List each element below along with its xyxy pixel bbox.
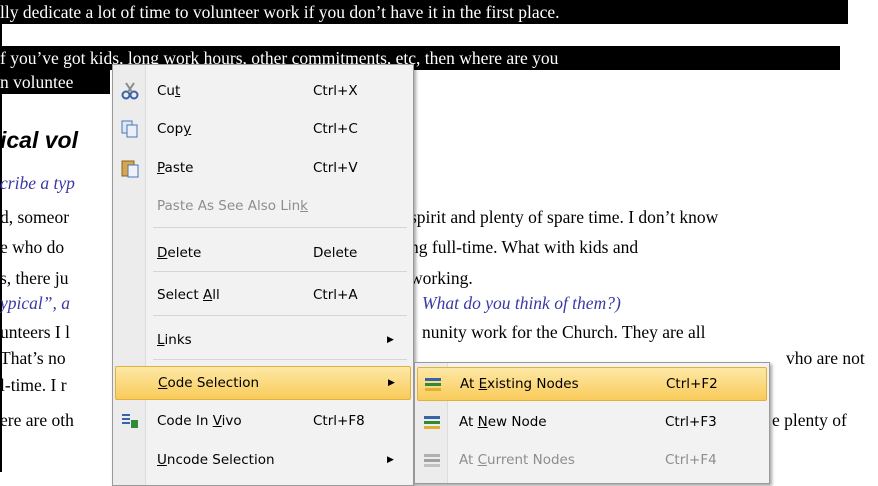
menu-item-label: At Existing Nodes — [460, 376, 579, 392]
text-line: l-time. I r — [0, 375, 67, 395]
menu-item-label: Paste — [157, 160, 194, 176]
submenu-arrow-icon: ▶ — [387, 455, 394, 465]
copy-icon — [119, 118, 141, 140]
text-line: ng full-time. What with kids and — [410, 237, 639, 257]
text-line: s, there ju — [0, 268, 69, 288]
menu-item-label: Delete — [157, 245, 202, 261]
menu-item-code-in-vivo[interactable]: Code In Vivo Ctrl+F8 — [115, 404, 409, 438]
menu-item-at-new-node[interactable]: At New Node Ctrl+F3 — [417, 405, 765, 439]
submenu-arrow-icon: ▶ — [388, 378, 395, 388]
menu-item-label: Code In Vivo — [157, 413, 242, 429]
menu-item-label: At New Node — [459, 414, 547, 430]
paste-icon — [119, 157, 141, 179]
context-menu: Cut Ctrl+X Copy Ctrl+C Paste Ctrl+V Past… — [112, 64, 414, 486]
text-line: spirit and plenty of spare time. I don’t… — [410, 207, 719, 227]
menu-separator — [153, 359, 407, 360]
text-line: d, someor — [0, 207, 70, 227]
text-line: What do you think of them?) — [422, 293, 621, 313]
menu-item-select-all[interactable]: Select All Ctrl+A — [115, 278, 409, 312]
text-line: ere are oth — [0, 410, 74, 430]
menu-item-label: Code Selection — [158, 375, 260, 391]
menu-item-delete[interactable]: Delete Delete — [115, 236, 409, 270]
code-new-icon — [421, 411, 443, 433]
text-line: vho are not — [786, 348, 865, 368]
menu-item-label: Paste As See Also Link — [157, 198, 308, 214]
text-line: nunity work for the Church. They are all — [422, 322, 706, 342]
menu-item-label: Copy — [157, 121, 192, 137]
text-line: unteers I l — [0, 322, 70, 342]
code-selection-submenu: At Existing Nodes Ctrl+F2 At New Node Ct… — [414, 362, 770, 484]
menu-item-label: Select All — [157, 287, 220, 303]
text-line[interactable]: n voluntee — [0, 70, 110, 94]
menu-item-copy[interactable]: Copy Ctrl+C — [115, 112, 409, 146]
shortcut-label: Ctrl+V — [313, 160, 358, 176]
code-existing-icon — [422, 373, 444, 395]
text-line: That’s no — [0, 348, 66, 368]
text-line: cribe a typ — [0, 173, 75, 193]
menu-separator — [153, 271, 407, 272]
text-line[interactable]: lly dedicate a lot of time to volunteer … — [0, 0, 848, 24]
menu-item-at-existing-nodes[interactable]: At Existing Nodes Ctrl+F2 — [417, 367, 767, 401]
scissors-icon — [119, 80, 141, 102]
menu-item-paste-as-see-also-link[interactable]: Paste As See Also Link — [115, 189, 409, 223]
shortcut-label: Ctrl+F4 — [665, 452, 717, 468]
text-line: ypical”, a — [0, 293, 70, 313]
menu-separator — [153, 315, 407, 316]
menu-item-label: At Current Nodes — [459, 452, 575, 468]
text-line: e who do — [0, 237, 65, 257]
submenu-arrow-icon: ▶ — [387, 335, 394, 345]
shortcut-label: Ctrl+F3 — [665, 414, 717, 430]
text-line: working. — [410, 268, 473, 288]
menu-item-links[interactable]: Links ▶ — [115, 323, 409, 357]
shortcut-label: Ctrl+X — [313, 83, 358, 99]
menu-item-paste[interactable]: Paste Ctrl+V — [115, 151, 409, 185]
shortcut-label: Ctrl+C — [313, 121, 358, 137]
menu-item-code-selection[interactable]: Code Selection ▶ — [115, 366, 411, 400]
menu-item-cut[interactable]: Cut Ctrl+X — [115, 74, 409, 108]
code-current-icon — [421, 449, 443, 471]
shortcut-label: Delete — [313, 245, 358, 261]
shortcut-label: Ctrl+F2 — [666, 376, 718, 392]
menu-item-label: Links — [157, 332, 192, 348]
shortcut-label: Ctrl+A — [313, 287, 358, 303]
menu-separator — [153, 227, 407, 228]
shortcut-label: Ctrl+F8 — [313, 413, 365, 429]
section-heading: ical vol — [0, 127, 78, 153]
text-line: e plenty of — [772, 410, 847, 430]
menu-item-label: Cut — [157, 83, 181, 99]
code-in-vivo-icon — [119, 410, 141, 432]
menu-item-label: Uncode Selection — [157, 452, 275, 468]
